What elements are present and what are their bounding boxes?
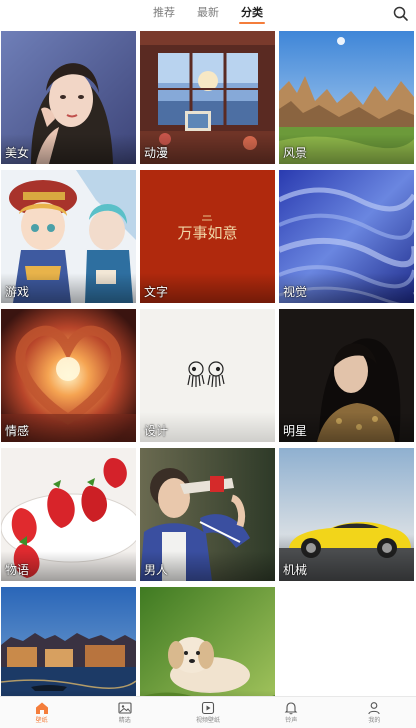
bottom-nav: 壁纸 精选 视频壁纸 铃声 我的 <box>0 696 416 728</box>
category-label-games: 游戏 <box>5 285 30 299</box>
tab-recommend[interactable]: 推荐 <box>149 0 179 30</box>
text-artwork-phrase: 万事如意 <box>177 224 237 242</box>
category-label-emotion: 情感 <box>5 424 30 438</box>
play-icon <box>201 701 215 715</box>
home-icon <box>35 702 48 714</box>
user-icon <box>368 702 381 715</box>
category-label-design: 设计 <box>144 424 169 438</box>
nav-featured[interactable]: 精选 <box>83 697 166 728</box>
category-tile-machinery[interactable]: 机械 <box>279 448 414 581</box>
category-image-pets <box>140 587 275 696</box>
category-tile-stars[interactable]: 明星 <box>279 309 414 442</box>
category-label-men: 男人 <box>144 563 169 577</box>
tab-category-label: 分类 <box>241 6 263 19</box>
nav-video-wallpaper-label: 视频壁纸 <box>196 717 221 724</box>
tab-latest-label: 最新 <box>197 6 219 19</box>
category-tile-visual[interactable]: 视觉 <box>279 170 414 303</box>
app-root: 推荐 最新 分类 美女 动漫 风景 游戏 万事如意 文字 视觉 情感 设计 明星… <box>0 0 416 728</box>
top-bar: 推荐 最新 分类 <box>0 0 416 30</box>
category-tile-men[interactable]: 男人 <box>140 448 275 581</box>
nav-video-wallpaper[interactable]: 视频壁纸 <box>166 697 249 728</box>
nav-wallpaper[interactable]: 壁纸 <box>0 697 83 728</box>
top-tabs: 推荐 最新 分类 <box>0 0 416 30</box>
nav-wallpaper-label: 壁纸 <box>35 717 48 724</box>
search-button[interactable] <box>392 5 410 23</box>
nav-profile[interactable]: 我的 <box>333 697 416 728</box>
category-tile-beauty[interactable]: 美女 <box>1 31 136 164</box>
category-tile-scenery[interactable]: 风景 <box>279 31 414 164</box>
nav-ringtone-label: 铃声 <box>285 717 298 724</box>
category-tile-emotion[interactable]: 情感 <box>1 309 136 442</box>
category-tile-design[interactable]: 设计 <box>140 309 275 442</box>
search-icon <box>393 6 408 21</box>
category-tile-city[interactable] <box>1 587 136 696</box>
category-label-beauty: 美女 <box>5 146 30 160</box>
bell-icon <box>284 702 298 715</box>
tab-recommend-label: 推荐 <box>153 6 175 19</box>
category-label-machinery: 机械 <box>283 563 308 577</box>
nav-ringtone[interactable]: 铃声 <box>250 697 333 728</box>
nav-profile-label: 我的 <box>368 717 381 724</box>
nav-featured-label: 精选 <box>118 717 131 724</box>
category-grid: 美女 动漫 风景 游戏 万事如意 文字 视觉 情感 设计 明星 物语 男人 机械 <box>1 31 415 696</box>
category-label-scenery: 风景 <box>283 146 308 160</box>
image-icon <box>118 702 132 714</box>
category-tile-anime[interactable]: 动漫 <box>140 31 275 164</box>
category-image-city <box>1 587 136 696</box>
tab-category[interactable]: 分类 <box>237 0 267 30</box>
category-tile-story[interactable]: 物语 <box>1 448 136 581</box>
category-label-visual: 视觉 <box>283 285 308 299</box>
tab-latest[interactable]: 最新 <box>193 0 223 30</box>
category-label-story: 物语 <box>5 563 30 577</box>
category-tile-text[interactable]: 万事如意 文字 <box>140 170 275 303</box>
active-tab-indicator <box>239 22 265 24</box>
category-tile-games[interactable]: 游戏 <box>1 170 136 303</box>
category-label-text: 文字 <box>144 285 169 299</box>
category-label-stars: 明星 <box>283 424 308 438</box>
category-tile-pets[interactable] <box>140 587 275 696</box>
category-label-anime: 动漫 <box>144 146 169 160</box>
